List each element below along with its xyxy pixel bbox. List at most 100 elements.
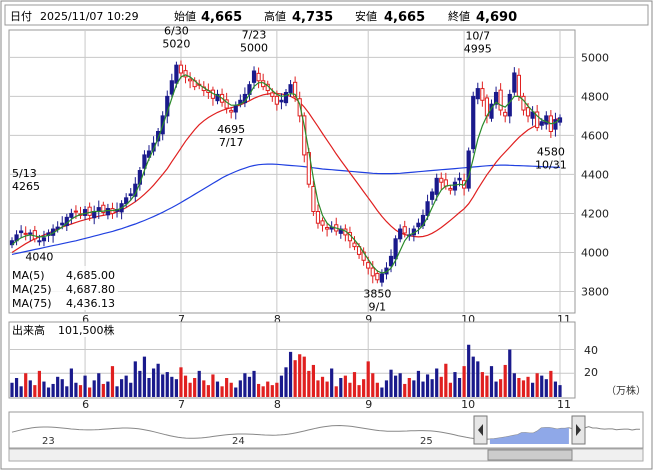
candle-body	[270, 92, 275, 97]
volume-bar	[421, 381, 425, 397]
volume-bar	[489, 366, 494, 397]
volume-bar	[78, 385, 83, 397]
price-y-tick-label: 3800	[581, 285, 609, 298]
volume-bar	[462, 366, 466, 397]
volume-bar	[243, 373, 247, 397]
candle-body	[23, 232, 28, 235]
ma-legend: MA(5) 4,685.00 MA(25) 4,687.80 MA(75) 4,…	[10, 266, 118, 310]
volume-bar	[425, 374, 430, 397]
candle-body	[480, 88, 485, 101]
volume-bar	[499, 379, 503, 397]
volume-bar	[24, 373, 28, 397]
high-label: 高値	[264, 9, 286, 23]
candle-body	[521, 95, 526, 111]
date-value: 2025/11/07 10:29	[40, 10, 139, 23]
candle-body	[69, 212, 74, 218]
candle-body	[311, 186, 316, 212]
volume-bar	[247, 376, 252, 397]
volume-value: 101,500株	[58, 323, 115, 337]
price-annotation: 5/13	[12, 167, 37, 180]
volume-bar	[165, 372, 169, 397]
volume-bar	[471, 356, 475, 397]
close-label: 終値	[448, 9, 470, 23]
candle-body	[512, 72, 517, 93]
volume-bar	[508, 349, 512, 397]
candle-body	[315, 210, 321, 224]
candle-body	[439, 177, 444, 183]
volume-header: 出来高 101,500株	[10, 323, 118, 337]
price-y-tick-label: 4000	[581, 246, 609, 259]
volume-bar	[412, 380, 416, 397]
volume-bar	[74, 382, 78, 397]
volume-bar	[193, 378, 197, 397]
volume-bar	[170, 376, 174, 397]
candle-body	[174, 64, 179, 84]
volume-x-tick-label: 7	[178, 398, 185, 411]
candle-body	[178, 64, 184, 74]
volume-bar	[115, 386, 119, 397]
candle-body	[283, 91, 289, 104]
volume-bar	[549, 370, 553, 397]
volume-bar	[238, 380, 242, 397]
volume-bar	[494, 381, 498, 397]
volume-bar	[298, 354, 302, 397]
price-annotation: 10/31	[535, 158, 567, 171]
low-label: 安値	[355, 9, 377, 23]
candle-body	[416, 222, 421, 228]
candle-body	[503, 111, 508, 117]
volume-bar	[476, 361, 480, 397]
candle-body	[32, 230, 37, 240]
horizontal-scrollbar[interactable]	[8, 448, 644, 462]
price-annotation: 9/1	[368, 301, 386, 314]
volume-bar	[106, 381, 110, 397]
volume-bar	[320, 376, 325, 397]
volume-bar	[535, 373, 539, 397]
volume-bar	[371, 373, 375, 397]
scrollbar-thumb[interactable]	[487, 449, 573, 461]
candle-body	[37, 240, 42, 243]
volume-bar	[42, 381, 46, 397]
volume-bar	[352, 372, 357, 397]
volume-bar	[407, 378, 411, 397]
volume-bar	[151, 368, 156, 397]
volume-bar	[316, 380, 320, 397]
volume-bar	[174, 379, 178, 397]
candle-body	[188, 78, 193, 82]
volume-bar	[394, 375, 398, 397]
price-annotation: 7/17	[219, 136, 244, 149]
price-annotation: 6/30	[164, 24, 189, 37]
candle-body	[393, 238, 398, 260]
volume-bar	[453, 372, 457, 397]
volume-bar	[553, 381, 558, 397]
volume-bar	[517, 378, 521, 397]
volume-bar	[28, 380, 32, 397]
candle-body	[366, 262, 371, 269]
candle-body	[274, 95, 279, 105]
volume-bar	[261, 386, 265, 397]
volume-bar	[288, 351, 293, 397]
price-annotation: 5020	[162, 37, 190, 50]
volume-bar	[325, 381, 329, 397]
overview-navigator[interactable]: 23 24 25	[8, 411, 644, 449]
candle-body	[233, 105, 238, 113]
volume-bar	[439, 376, 443, 397]
candle-body	[19, 230, 24, 234]
candle-body	[498, 89, 503, 111]
volume-bar	[202, 380, 206, 397]
volume-bar	[544, 379, 548, 397]
candle-body	[430, 191, 435, 200]
volume-bar	[183, 375, 188, 397]
volume-bar	[398, 373, 402, 397]
volume-bar	[435, 368, 439, 397]
candle-body	[388, 255, 394, 267]
volume-bar	[142, 356, 147, 397]
open-label: 始値	[174, 9, 196, 23]
volume-bar	[65, 386, 69, 397]
candle-body	[544, 115, 549, 125]
volume-bar	[380, 387, 384, 397]
volume-bar	[101, 383, 105, 397]
volume-bar	[252, 370, 256, 397]
open-value: 4,665	[201, 10, 242, 25]
candle-body	[398, 228, 403, 240]
price-annotation: 4265	[12, 180, 40, 193]
